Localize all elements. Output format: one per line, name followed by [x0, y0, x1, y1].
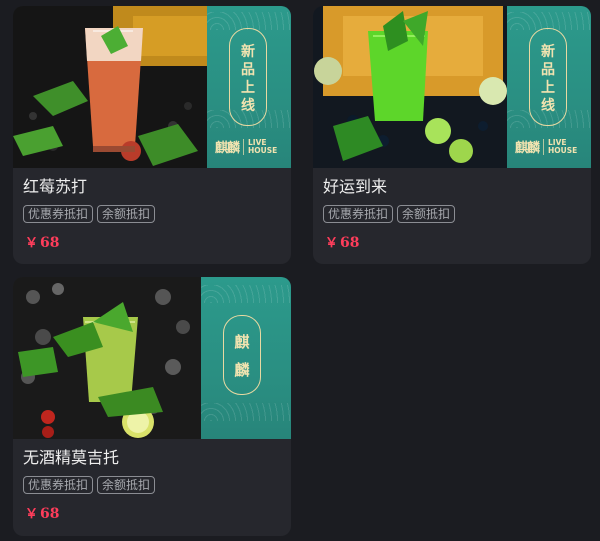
balance-tag: 余额抵扣 — [97, 205, 156, 223]
product-image[interactable]: 新 品 上 线 麒麟 LIVE HOUSE — [313, 6, 591, 168]
red-berry-soda-icon — [13, 6, 207, 168]
currency-symbol: ￥ — [25, 507, 39, 522]
product-card[interactable]: 麒 麟 无酒精莫吉托 优惠券抵扣 余额抵扣 ￥ 68 — [13, 277, 291, 536]
product-name: 无酒精莫吉托 — [23, 448, 120, 467]
mojito-icon — [13, 277, 201, 439]
brand-logo: 麒麟 LIVE HOUSE — [515, 137, 578, 156]
green-cocktail-icon — [313, 6, 507, 168]
discount-tags: 优惠券抵扣 余额抵扣 — [23, 205, 156, 223]
product-grid: 新 品 上 线 麒麟 LIVE HOUSE 红莓苏打 优惠券抵扣 余额抵扣 ￥ 68 — [0, 0, 600, 541]
balance-tag: 余额抵扣 — [397, 205, 456, 223]
currency-symbol: ￥ — [25, 236, 39, 251]
brand-logo: 麒麟 LIVE HOUSE — [215, 137, 278, 156]
product-name: 红莓苏打 — [23, 177, 88, 196]
coupon-tag: 优惠券抵扣 — [23, 205, 94, 223]
product-image[interactable]: 新 品 上 线 麒麟 LIVE HOUSE — [13, 6, 291, 168]
product-card[interactable]: 新 品 上 线 麒麟 LIVE HOUSE 红莓苏打 优惠券抵扣 余额抵扣 ￥ 68 — [13, 6, 291, 264]
new-arrival-banner: 新 品 上 线 麒麟 LIVE HOUSE — [507, 6, 591, 168]
coupon-tag: 优惠券抵扣 — [323, 205, 394, 223]
discount-tags: 优惠券抵扣 余额抵扣 — [323, 205, 456, 223]
product-card[interactable]: 新 品 上 线 麒麟 LIVE HOUSE 好运到来 优惠券抵扣 余额抵扣 ￥ 68 — [313, 6, 591, 264]
currency-symbol: ￥ — [325, 236, 339, 251]
product-name: 好运到来 — [323, 177, 388, 196]
product-price: ￥ 68 — [25, 506, 60, 522]
new-product-badge: 新 品 上 线 — [529, 28, 567, 126]
new-arrival-banner: 新 品 上 线 麒麟 LIVE HOUSE — [207, 6, 291, 168]
product-price: ￥ 68 — [25, 235, 60, 251]
brand-banner: 麒 麟 — [201, 277, 291, 439]
coupon-tag: 优惠券抵扣 — [23, 476, 94, 494]
discount-tags: 优惠券抵扣 余额抵扣 — [23, 476, 156, 494]
product-image[interactable]: 麒 麟 — [13, 277, 291, 439]
product-price: ￥ 68 — [325, 235, 360, 251]
new-product-badge: 新 品 上 线 — [229, 28, 267, 126]
balance-tag: 余额抵扣 — [97, 476, 156, 494]
brand-logo-badge: 麒 麟 — [223, 315, 261, 395]
